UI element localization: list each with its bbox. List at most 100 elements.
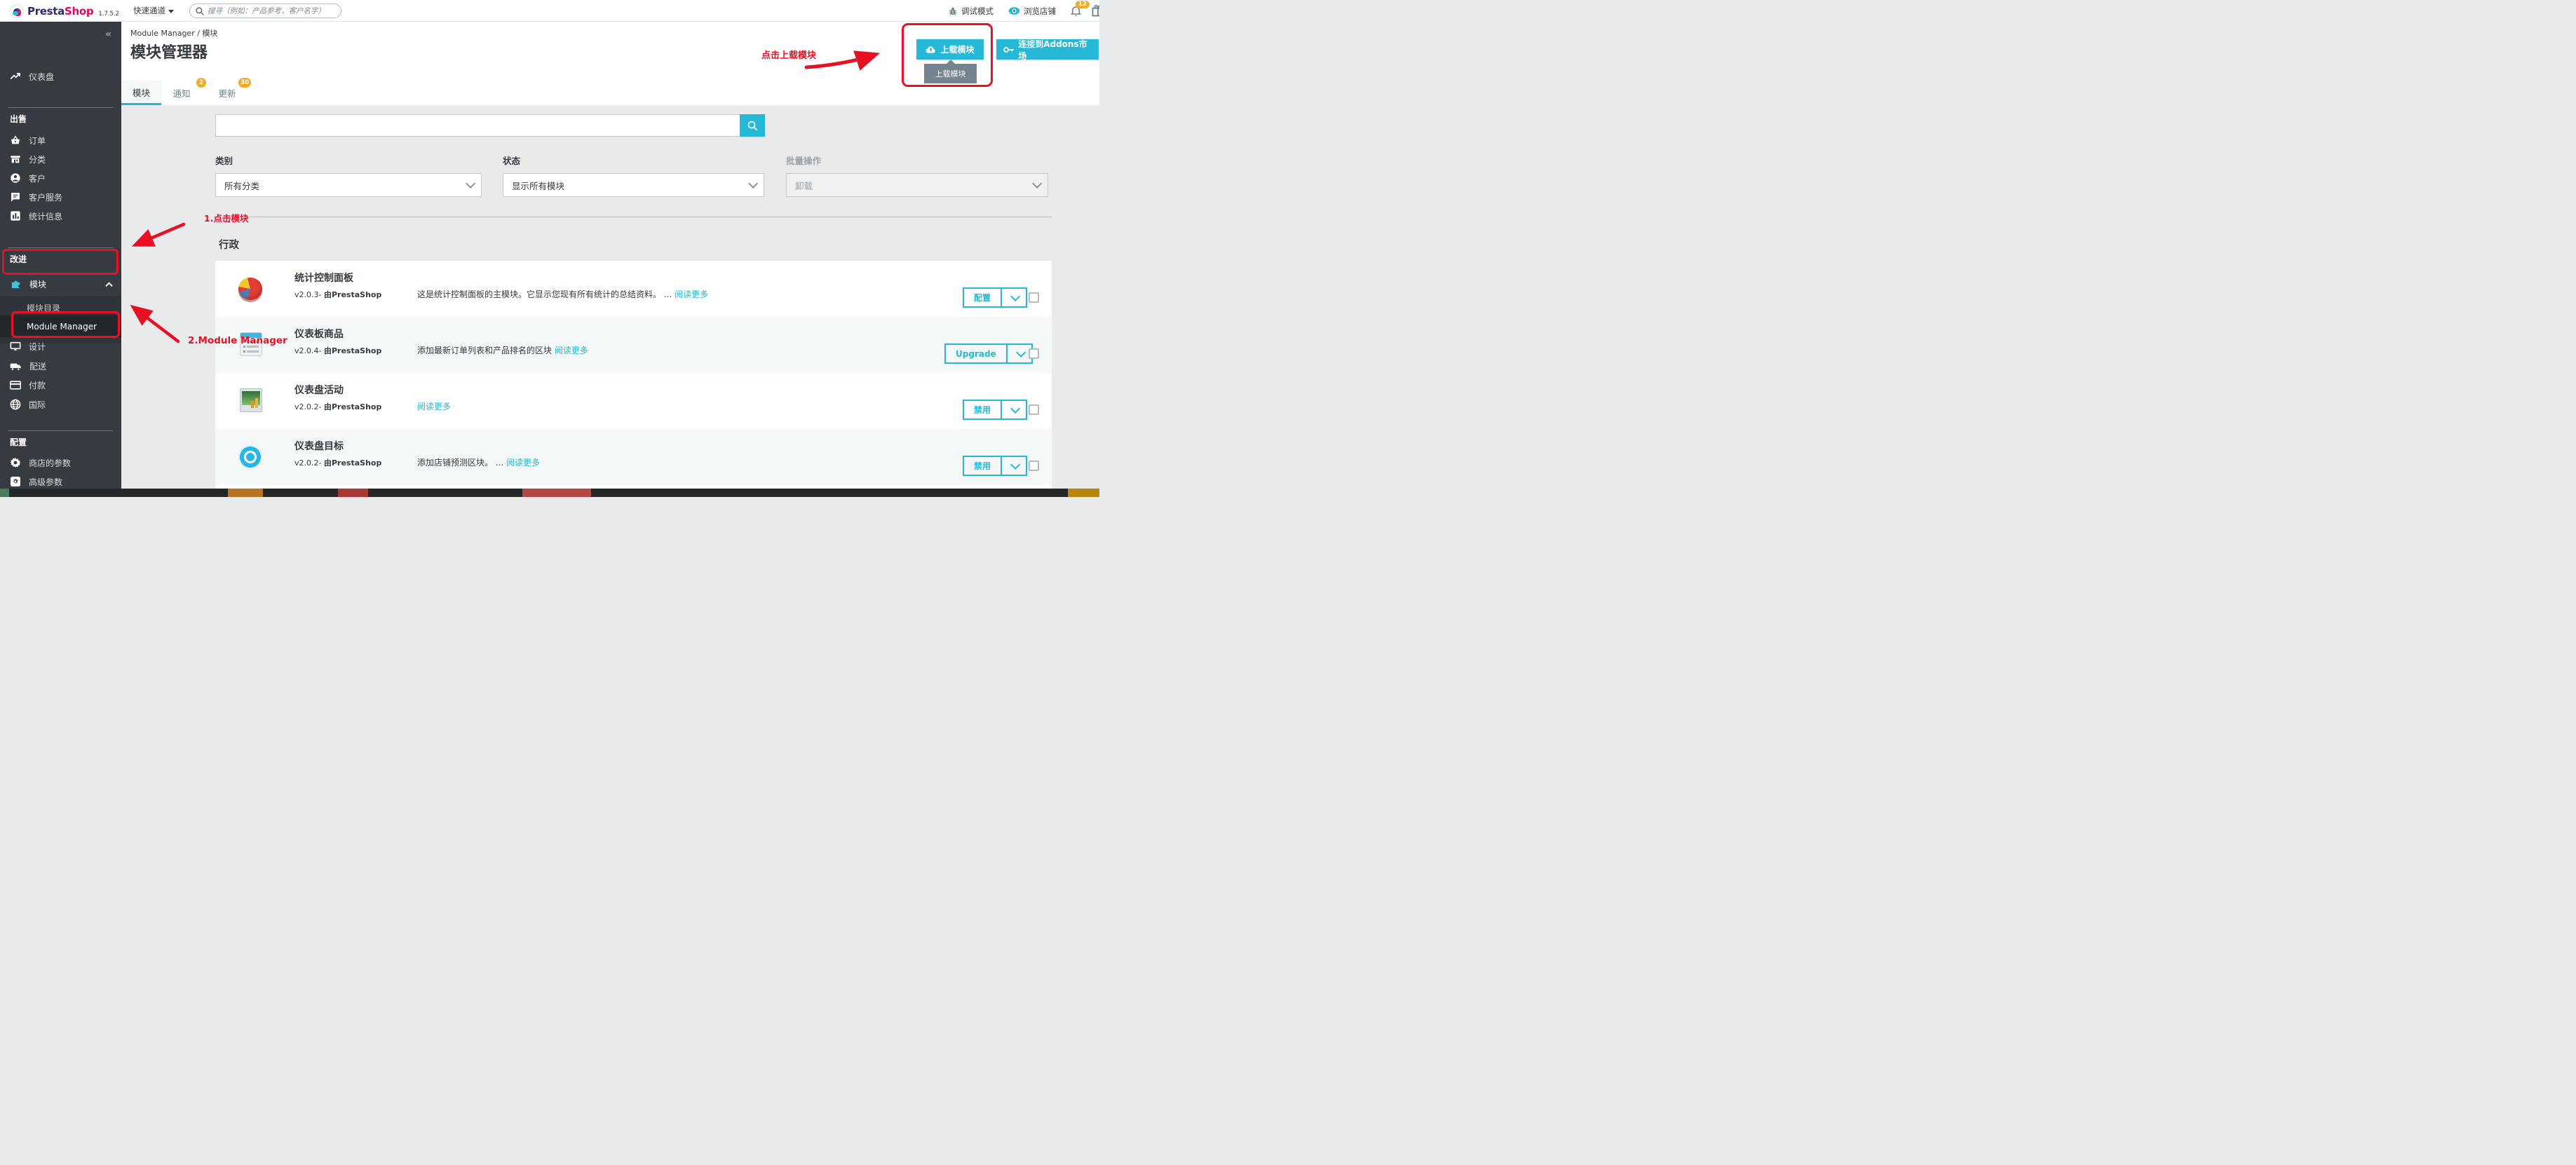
breadcrumb-root[interactable]: Module Manager	[130, 29, 195, 38]
read-more-link[interactable]: 阅读更多	[555, 346, 588, 355]
description-text: 这是统计控制面板的主模块。它显示您现有所有统计的总结资料。 ...	[417, 289, 674, 299]
sidebar-item-shipping[interactable]: 配送	[10, 360, 46, 372]
tab-updates[interactable]: 更新30	[210, 81, 245, 105]
sidebar-item-customer-service[interactable]: 客户服务	[10, 191, 62, 203]
person-circle-icon	[10, 172, 21, 184]
credit-card-icon	[10, 381, 21, 390]
sidebar-item-label: 分类	[29, 154, 46, 165]
tab-bar: 模块 通知2 更新30	[121, 81, 1099, 105]
tab-label: 更新	[218, 86, 236, 100]
sidebar-item-payment[interactable]: 付款	[10, 379, 46, 391]
bulk-actions-select[interactable]: 卸载	[786, 173, 1048, 197]
module-checkbox[interactable]	[1029, 461, 1039, 471]
module-description: 阅读更多	[417, 400, 451, 412]
module-row: 仪表盘目标 v2.0.2- 由PrestaShop 添加店铺预测区块。 ... …	[215, 429, 1052, 485]
notifications-badge: 12	[1076, 1, 1090, 8]
module-title: 仪表盘目标	[294, 439, 344, 453]
sidebar-divider	[8, 247, 113, 248]
module-row: 仪表盘活动 v2.0.2- 由PrestaShop 阅读更多 禁用	[215, 373, 1052, 429]
bottom-taskbar	[0, 489, 1099, 497]
sidebar-item-customers[interactable]: 客户	[10, 172, 46, 184]
configure-button[interactable]: 配置	[964, 289, 1001, 306]
notifications-button[interactable]: 12	[1071, 6, 1081, 17]
category-section-header: 行政	[219, 237, 239, 252]
read-more-link[interactable]: 阅读更多	[417, 402, 451, 411]
module-version: v2.0.2- 由PrestaShop	[294, 401, 381, 412]
bulk-actions-value: 卸载	[795, 179, 813, 192]
sidebar-item-dashboard[interactable]: 仪表盘	[10, 70, 54, 83]
category-select-value: 所有分类	[224, 179, 259, 192]
action-dropdown-button[interactable]	[1001, 401, 1026, 418]
tooltip-label: 上载模块	[935, 68, 966, 79]
module-search-input[interactable]	[215, 114, 740, 137]
module-search-button[interactable]	[740, 114, 765, 137]
basket-icon	[10, 135, 21, 146]
sidebar-item-stats[interactable]: 统计信息	[10, 210, 62, 222]
upgrade-button[interactable]: Upgrade	[946, 345, 1006, 362]
puzzle-icon	[10, 278, 22, 290]
debug-mode-button[interactable]: 调试模式	[948, 6, 994, 17]
version-label: 1.7.5.2	[98, 11, 119, 22]
connect-addons-button[interactable]: 连接到Addons市场	[996, 39, 1099, 60]
target-icon	[238, 445, 262, 469]
key-icon	[1003, 46, 1014, 53]
brand-presta: Presta	[27, 5, 65, 18]
upload-module-button[interactable]: 上载模块	[916, 39, 984, 60]
module-title: 仪表盘活动	[294, 383, 344, 397]
module-checkbox[interactable]	[1029, 292, 1039, 303]
action-dropdown-button[interactable]	[1006, 345, 1031, 362]
sidebar-item-design[interactable]: 设计	[10, 340, 46, 353]
caret-down-icon	[168, 10, 174, 13]
disable-button[interactable]: 禁用	[964, 457, 1001, 475]
sidebar-item-orders[interactable]: 订单	[10, 134, 46, 147]
global-search[interactable]	[189, 4, 341, 18]
globe-icon	[10, 399, 21, 410]
module-icon-stats-dashboard	[238, 276, 264, 301]
chat-icon	[10, 191, 21, 203]
tab-notifications[interactable]: 通知2	[163, 81, 200, 105]
category-select[interactable]: 所有分类	[215, 173, 482, 197]
sidebar-item-international[interactable]: 国际	[10, 398, 46, 411]
global-search-input[interactable]	[208, 7, 335, 15]
module-action-group: 禁用	[963, 456, 1027, 476]
read-more-link[interactable]: 阅读更多	[674, 289, 708, 299]
sidebar-item-label: 统计信息	[29, 210, 62, 222]
sidebar-item-shop-parameters[interactable]: 商店的参数	[10, 456, 71, 469]
tab-modules[interactable]: 模块	[121, 81, 161, 105]
sidebar-item-catalog[interactable]: 分类	[10, 153, 46, 165]
eye-icon	[1008, 6, 1020, 15]
description-text: 添加最新订单列表和产品排名的区块	[417, 346, 555, 355]
chevron-down-icon	[466, 179, 475, 189]
chevron-down-icon	[1032, 179, 1042, 189]
module-author: 由PrestaShop	[324, 458, 381, 468]
version-number: v2.0.2-	[294, 402, 324, 411]
module-checkbox[interactable]	[1029, 404, 1039, 415]
bug-icon	[948, 6, 958, 16]
gift-icon[interactable]	[1091, 4, 1099, 19]
gear-square-icon	[10, 476, 21, 487]
sidebar-collapse-button[interactable]: «	[105, 29, 110, 40]
sidebar-divider	[8, 107, 113, 108]
sidebar-item-label: 设计	[29, 341, 46, 353]
quick-access-menu[interactable]: 快速通道	[133, 0, 174, 22]
sidebar-item-advanced-parameters[interactable]: 高级参数	[10, 475, 62, 488]
module-action-group: Upgrade	[944, 343, 1033, 364]
sidebar-item-label: 商店的参数	[29, 457, 71, 469]
sidebar-subitem-module-catalog[interactable]: 模块目录	[27, 302, 60, 314]
trending-up-icon	[10, 71, 21, 82]
sidebar-item-modules[interactable]: 模块	[10, 278, 46, 290]
module-row: 仪表板商品 v2.0.4- 由PrestaShop 添加最新订单列表和产品排名的…	[215, 317, 1052, 373]
chevron-down-icon	[1010, 291, 1020, 301]
breadcrumb[interactable]: Module Manager / 模块	[130, 27, 217, 39]
read-more-link[interactable]: 阅读更多	[506, 458, 540, 468]
chevron-up-icon[interactable]	[105, 280, 113, 289]
action-dropdown-button[interactable]	[1001, 289, 1026, 306]
sidebar-subitem-module-manager[interactable]: Module Manager	[27, 322, 97, 332]
breadcrumb-separator: /	[197, 29, 200, 38]
view-shop-button[interactable]: 浏览店铺	[1008, 6, 1056, 17]
disable-button[interactable]: 禁用	[964, 401, 1001, 418]
status-select[interactable]: 显示所有模块	[503, 173, 764, 197]
action-dropdown-button[interactable]	[1001, 457, 1026, 475]
prestashop-logo[interactable]: PrestaShop 1.7.5.2	[10, 0, 119, 22]
module-checkbox[interactable]	[1029, 348, 1039, 359]
